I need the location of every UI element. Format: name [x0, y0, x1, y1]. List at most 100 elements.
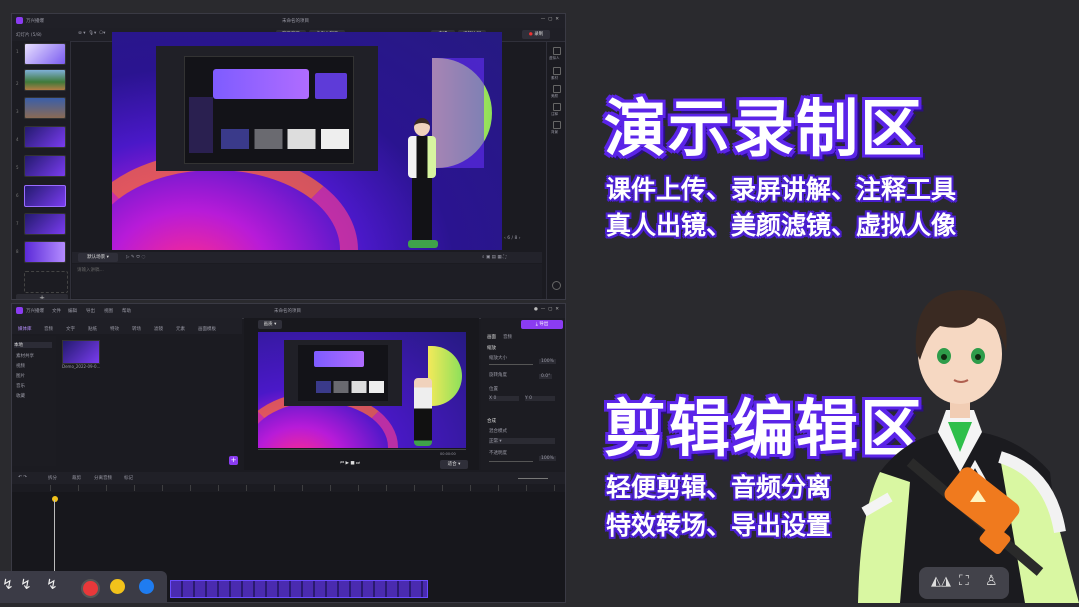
detach-audio-tool[interactable]: 分离音频	[94, 475, 112, 481]
menu-file[interactable]: 文件	[52, 308, 61, 314]
slide-thumb-4[interactable]	[24, 126, 66, 148]
undo-redo-buttons[interactable]: ↶ ↷	[18, 475, 27, 480]
timeline-zoom-slider[interactable]	[518, 478, 548, 479]
capture-banner	[213, 69, 309, 99]
page-indicator[interactable]: ‹ 6 / 8 ›	[504, 236, 521, 241]
split-tool[interactable]: 拆分	[48, 475, 57, 481]
menu-edit[interactable]: 编辑	[68, 308, 77, 314]
position-y-input[interactable]: Y 0	[525, 396, 555, 401]
media-category-video[interactable]: 视频	[16, 363, 25, 369]
media-add-button[interactable]: +	[229, 456, 238, 465]
right-toolbar: 虚拟人 素材 美颜 注释 背景	[546, 41, 565, 299]
playhead-marker-icon[interactable]	[52, 496, 58, 502]
highlighter-tool-icon[interactable]: ↯	[46, 577, 58, 593]
media-sidebar: 本地 素材共享 视频 图片 音乐 收藏	[12, 336, 56, 466]
opacity-value[interactable]: 100%	[539, 456, 556, 461]
menu-view[interactable]: 视图	[104, 308, 113, 314]
blend-select[interactable]: 正常 ▾	[489, 438, 555, 444]
media-category-image[interactable]: 图片	[16, 373, 25, 379]
slide-thumb-8[interactable]	[24, 241, 66, 263]
color-blue-swatch[interactable]	[139, 579, 154, 594]
add-slide-placeholder[interactable]	[24, 271, 68, 293]
beauty-tool-icon[interactable]	[553, 85, 561, 93]
marker-tool-icon[interactable]: ↯	[20, 577, 32, 593]
slide-thumb-2[interactable]	[24, 69, 66, 91]
color-yellow-swatch[interactable]	[110, 579, 125, 594]
editor-preview-canvas	[258, 332, 466, 448]
menu-help[interactable]: 帮助	[122, 308, 131, 314]
tab-effect[interactable]: 特效	[110, 326, 119, 332]
add-slide-button[interactable]: +	[16, 294, 68, 299]
preview-quality-select[interactable]: 画质 ▾	[258, 320, 282, 329]
pointer-tools[interactable]: ▷ ✎ ⬭ ◌	[126, 254, 145, 260]
preview-avatar	[414, 378, 432, 446]
annotate-tool-icon[interactable]	[553, 103, 561, 111]
scale-value[interactable]: 100%	[539, 359, 556, 364]
page-indicator-text: 6 / 8	[507, 236, 518, 241]
tab-sticker[interactable]: 贴纸	[88, 326, 97, 332]
preview-progress[interactable]	[258, 449, 466, 450]
background-tool-icon[interactable]	[553, 121, 561, 129]
media-tabs: 媒体库 音频 文字 贴纸 特效 转场 滤镜 元素 画面模板	[12, 318, 242, 334]
tab-transition[interactable]: 转场	[132, 326, 141, 332]
subline-recording-1: 课件上传、录屏讲解、注释工具	[606, 175, 957, 204]
zoom-select[interactable]: 适合 ▾	[440, 460, 468, 469]
tab-filter[interactable]: 滤镜	[154, 326, 163, 332]
panel-tab-audio[interactable]: 音频	[503, 334, 512, 340]
slide-thumb-7[interactable]	[24, 213, 66, 235]
person-icon[interactable]: ♙	[985, 573, 998, 589]
panel-tab-video[interactable]: 画面	[487, 334, 496, 340]
media-clip-thumb[interactable]	[62, 340, 100, 364]
media-category-shared[interactable]: 素材共享	[16, 353, 34, 359]
media-clip-name: Demo_2022-09-0...	[62, 364, 101, 369]
playback-controls[interactable]: ⏮ ▶ ■ ⏭	[340, 460, 360, 466]
crop-tool[interactable]: 裁剪	[72, 475, 81, 481]
media-category-favorite[interactable]: 收藏	[16, 393, 25, 399]
slide-thumb-5[interactable]	[24, 155, 66, 177]
properties-panel: ⤓ 导出 画面 音频 缩放 缩放大小 100% 旋转角度 0.0° 位置 X 0…	[481, 318, 565, 470]
export-button[interactable]: ⤓ 导出	[521, 320, 563, 329]
mirror-icon[interactable]: ◭◮	[931, 574, 951, 589]
marker-tool[interactable]: 标记	[124, 475, 133, 481]
media-category-music[interactable]: 音乐	[16, 383, 25, 389]
help-icon[interactable]	[552, 281, 561, 290]
record-button[interactable]: ● 录制	[522, 30, 550, 39]
video-clip-track[interactable]	[170, 580, 428, 598]
slide-number: 2	[16, 81, 19, 86]
tab-media[interactable]: 媒体库	[18, 326, 32, 332]
mic-dropdown[interactable]: ⊚ ▾ 🎙▾ ⎔▾	[78, 31, 105, 36]
avatar-control-panel: ◭◮ ⛶ ♙	[919, 567, 1009, 599]
capture-inner-window	[184, 56, 354, 164]
window-controls[interactable]: — ▢ ✕	[541, 17, 559, 22]
recorder-window: 万兴播爆 未命名的项目 — ▢ ✕ 幻灯片 (5/8) ⊚ ▾ 🎙▾ ⎔▾ 演示…	[11, 13, 566, 300]
capture-thumb-row	[221, 129, 349, 149]
color-red-swatch[interactable]	[81, 579, 100, 598]
app-logo-icon	[16, 17, 23, 24]
slide-thumb-6-active[interactable]	[24, 185, 66, 207]
slide-thumb-3[interactable]	[24, 97, 66, 119]
material-tool-icon[interactable]	[553, 67, 561, 75]
rotation-value[interactable]: 0.0°	[539, 374, 553, 379]
layout-tools[interactable]: ⌕ ▣ ▤ ▦ ⛶	[482, 254, 506, 260]
media-category-local[interactable]: 本地	[14, 342, 52, 348]
avatar-tool-icon[interactable]	[553, 47, 561, 55]
material-tool-label: 素材	[551, 76, 558, 80]
scene-select[interactable]: 默认场景 ▾	[78, 253, 118, 262]
menu-export[interactable]: 导出	[86, 308, 95, 314]
avatar-head	[414, 118, 430, 136]
scale-slider[interactable]	[489, 364, 533, 365]
tab-element[interactable]: 元素	[176, 326, 185, 332]
tab-audio[interactable]: 音频	[44, 326, 53, 332]
editor-window-controls[interactable]: ● — ▢ ✕	[534, 307, 559, 312]
pen-tool-icon[interactable]: ↯	[2, 577, 14, 593]
notes-area[interactable]: 请输入讲稿...	[72, 264, 542, 298]
avatar-shoes	[408, 240, 438, 248]
opacity-slider[interactable]	[489, 461, 533, 462]
position-x-input[interactable]: X 0	[489, 396, 519, 401]
slides-header: 幻灯片 (5/8)	[16, 33, 42, 38]
avatar-illustration	[858, 290, 1079, 603]
fullscreen-icon[interactable]: ⛶	[959, 573, 969, 589]
slide-thumb-1[interactable]	[24, 43, 66, 65]
tab-template[interactable]: 画面模板	[198, 326, 216, 332]
tab-text[interactable]: 文字	[66, 326, 75, 332]
